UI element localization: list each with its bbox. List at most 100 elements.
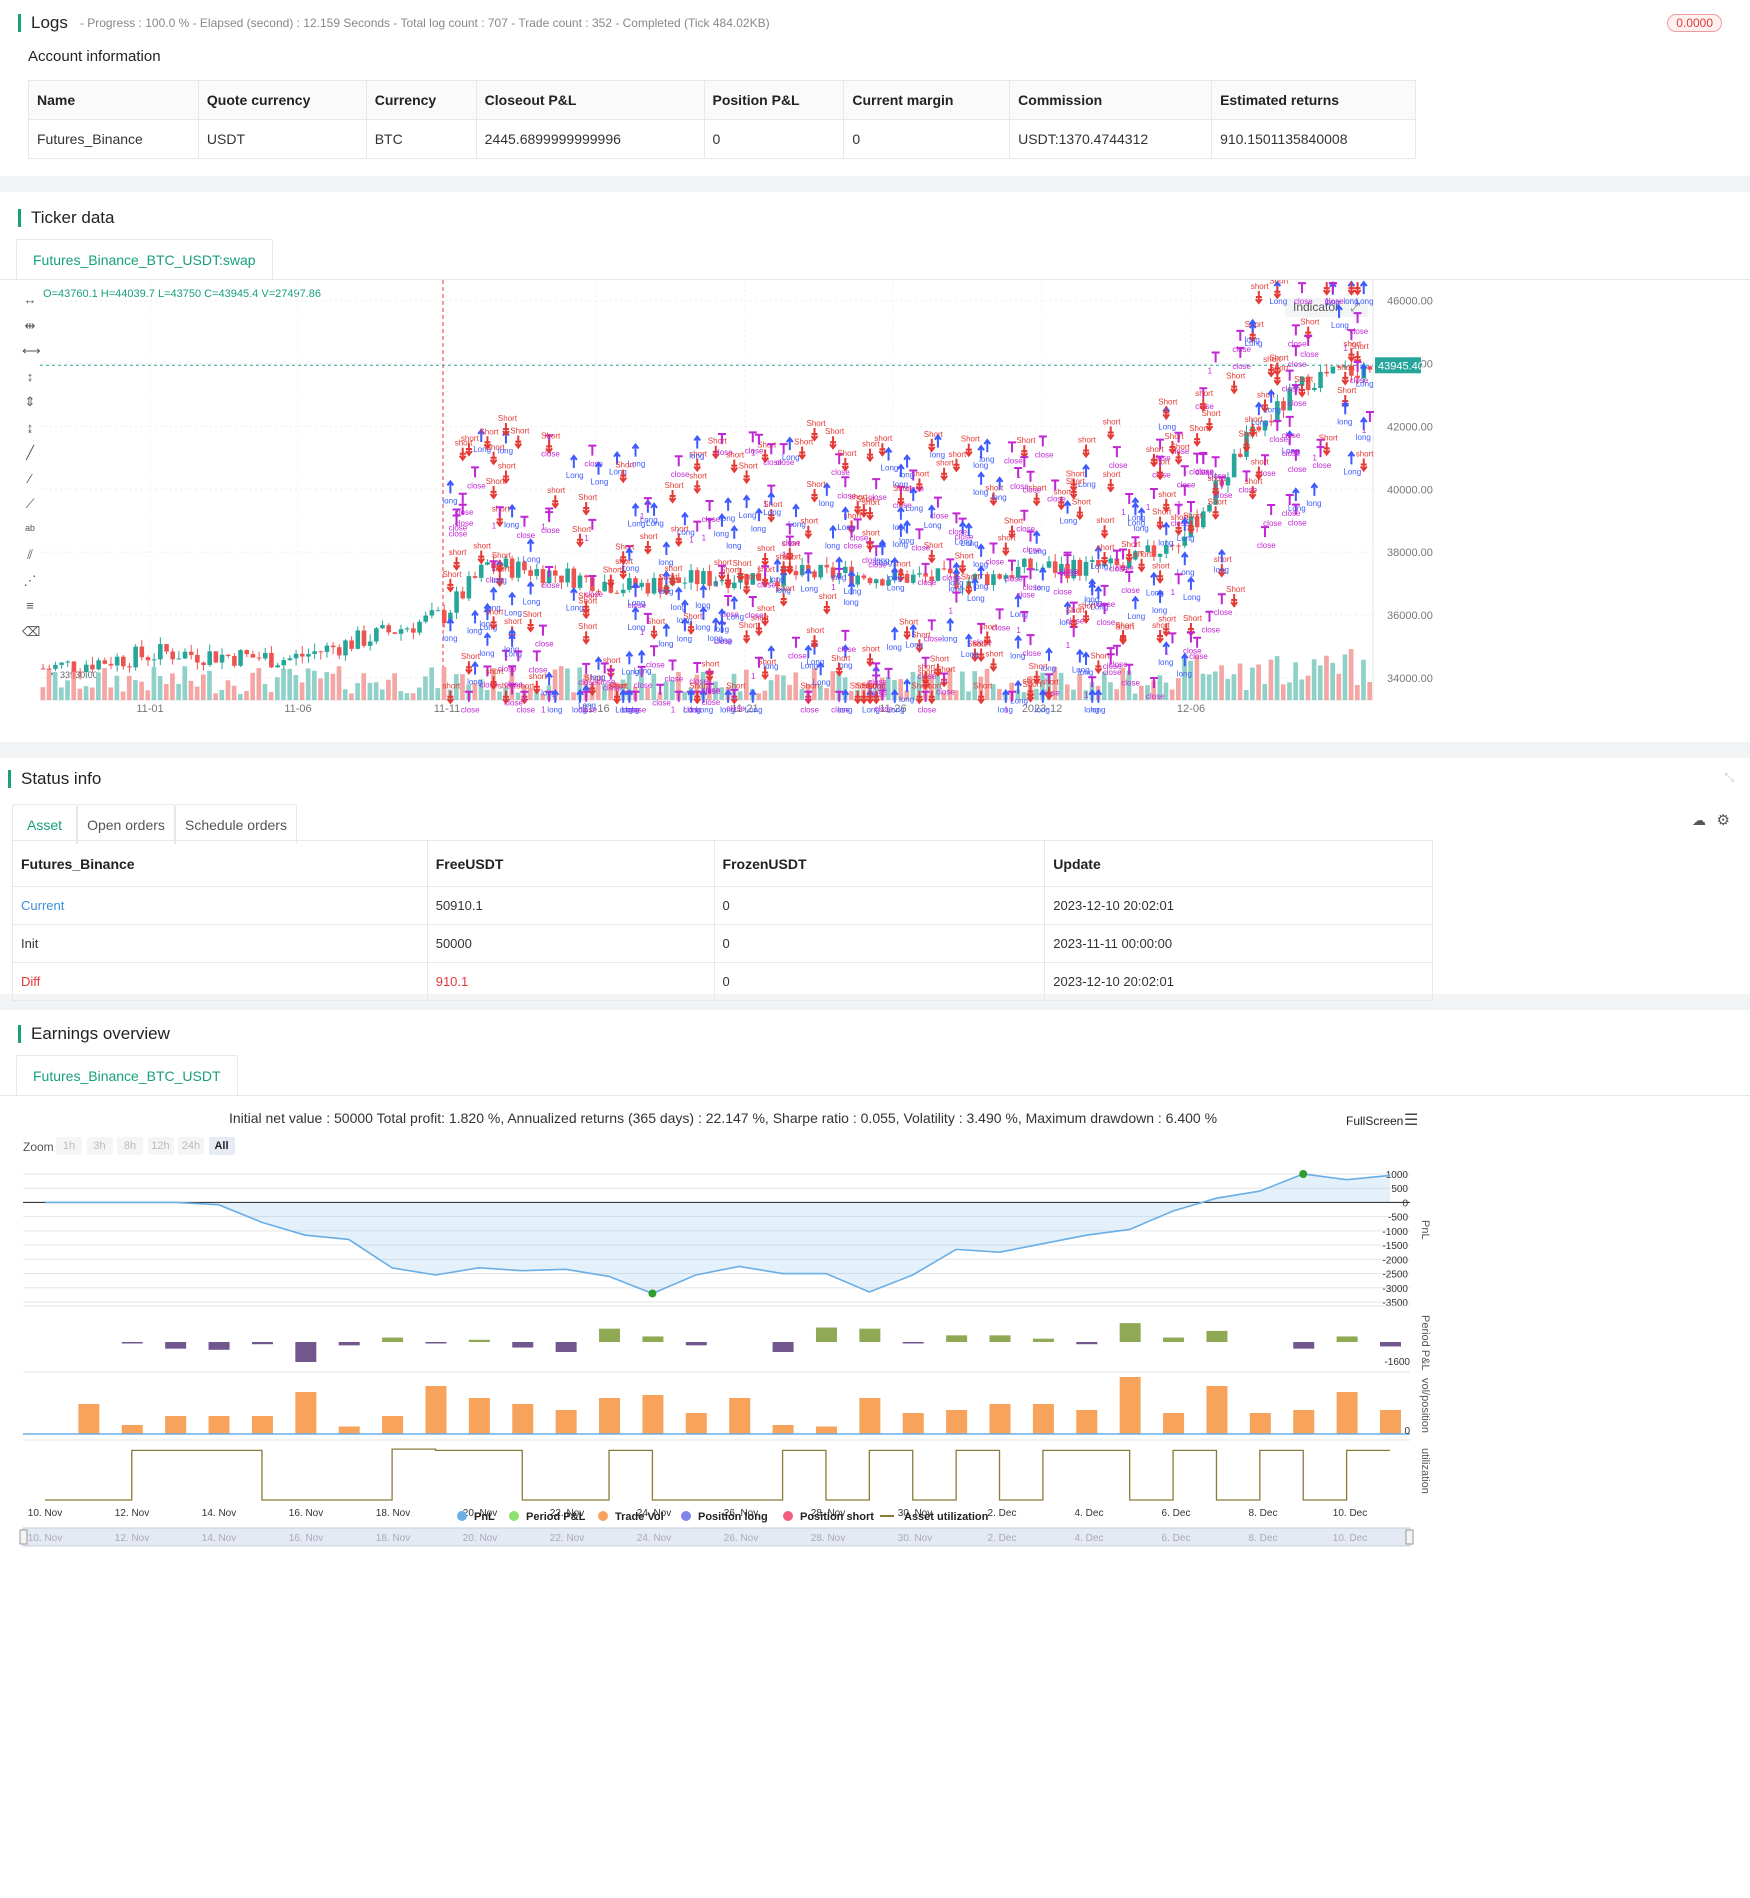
trend-line-icon[interactable]: ╱: [22, 445, 38, 461]
legend-item[interactable]: Period P&L: [509, 1511, 586, 1523]
marker-label: long: [1337, 417, 1352, 426]
marker-label: long: [1158, 658, 1173, 667]
long-arrow-icon: [631, 606, 640, 620]
marker-label: close: [911, 543, 930, 552]
short-arrow-icon: [1255, 290, 1263, 305]
levels-icon[interactable]: ≡: [22, 598, 38, 614]
marker-label: Short: [615, 542, 635, 551]
candle-body: [614, 592, 620, 594]
zoom-button-24h[interactable]: 24h: [178, 1137, 204, 1155]
marker-label: close: [726, 704, 745, 713]
zoom-button-8h[interactable]: 8h: [117, 1137, 143, 1155]
tab-schedule-orders[interactable]: Schedule orders: [175, 804, 297, 844]
ray-line-icon[interactable]: ⁄: [22, 471, 38, 487]
vertical-line-icon[interactable]: ⇕: [22, 394, 38, 410]
marker-label: Short: [486, 477, 506, 486]
gear-icon[interactable]: ⚙: [1717, 811, 1730, 829]
marker-label: short: [1097, 543, 1116, 552]
collapse-icon[interactable]: ⤡: [1724, 770, 1734, 785]
navigator-label: 12. Nov: [115, 1533, 149, 1544]
trade-marker: close: [1183, 631, 1202, 656]
zoom-button-1h[interactable]: 1h: [56, 1137, 82, 1155]
trade-marker: close: [930, 496, 949, 521]
price-label-icon[interactable]: ᵃᵇ: [22, 522, 38, 538]
marker-label: Long: [813, 678, 831, 687]
horizontal-ray-icon[interactable]: ↔: [22, 292, 38, 308]
marker-label: Long: [905, 504, 923, 513]
fib-lines-icon[interactable]: ⋰: [22, 573, 38, 589]
short-arrow-icon: [1193, 433, 1201, 447]
horizontal-line-icon[interactable]: ⇹: [22, 318, 38, 334]
zoom-button-All[interactable]: All: [208, 1137, 235, 1155]
legend-item[interactable]: Position long: [681, 1511, 768, 1523]
marker-label: close: [1035, 451, 1054, 460]
legend-item[interactable]: PnL: [457, 1511, 495, 1523]
marker-label: close: [1004, 456, 1023, 465]
close-marker-icon: [1261, 526, 1269, 538]
short-arrow-icon: [502, 422, 510, 437]
legend-item[interactable]: Asset utilization: [880, 1511, 989, 1523]
short-arrow-icon: [582, 501, 590, 516]
candlestick-chart[interactable]: 46000.0044000.0042000.0040000.0038000.00…: [40, 280, 1440, 720]
trade-vol-bar: [251, 1416, 273, 1434]
volume-bar: [1268, 659, 1274, 700]
marker-label: short: [1356, 449, 1375, 458]
zoom-button-12h[interactable]: 12h: [147, 1137, 174, 1155]
cloud-download-icon[interactable]: ☁: [1692, 812, 1706, 829]
fullscreen-button[interactable]: FullScreen: [1346, 1114, 1403, 1128]
candle-body: [238, 650, 243, 666]
marker-label: Short: [739, 572, 759, 581]
volume-bar: [120, 691, 126, 700]
trade-vol-bar: [989, 1404, 1011, 1434]
marker-label: Short: [1183, 614, 1203, 623]
menu-icon[interactable]: ☰: [1404, 1110, 1418, 1130]
candle-body: [349, 640, 354, 649]
tab-ticker-symbol[interactable]: Futures_Binance_BTC_USDT:swap: [16, 239, 273, 279]
tab-earnings-symbol[interactable]: Futures_Binance_BTC_USDT: [16, 1055, 238, 1095]
volume-bar: [1243, 690, 1249, 700]
volume-bar: [256, 667, 262, 700]
candle-body: [386, 625, 391, 633]
trash-icon[interactable]: ⌫: [22, 624, 40, 640]
legend-item[interactable]: Position short: [783, 1511, 874, 1523]
volume-bar: [1293, 662, 1298, 700]
marker-label: Short: [615, 461, 635, 470]
marker-label: Short: [1201, 409, 1221, 418]
marker-label: close: [646, 660, 665, 669]
earnings-chart[interactable]: 10005000-500-1000-1500-2000-2500-3000-35…: [0, 1160, 1446, 1898]
period-pnl-bar: [946, 1335, 968, 1342]
marker-label: close: [1214, 491, 1233, 500]
volume-bar: [59, 687, 64, 700]
long-arrow-icon: [570, 587, 578, 601]
long-arrow-icon: [804, 567, 813, 582]
long-arrow-icon: [631, 581, 640, 596]
volume-bar: [1287, 682, 1292, 700]
legend-item[interactable]: Trade Vol: [598, 1511, 664, 1523]
close-marker-icon: [458, 492, 467, 504]
volume-bar: [824, 688, 829, 700]
horizontal-segment-icon[interactable]: ⟷: [22, 343, 41, 359]
vertical-segment-icon[interactable]: ↨: [22, 420, 38, 436]
candle-body: [429, 610, 435, 616]
trade-vol-bar: [859, 1398, 881, 1434]
extended-line-icon[interactable]: ⟋: [22, 496, 38, 512]
volume-bar: [268, 692, 274, 700]
marker-label: close: [1282, 449, 1301, 458]
zoom-button-3h[interactable]: 3h: [86, 1137, 113, 1155]
vertical-ray-icon[interactable]: ↕: [22, 369, 38, 385]
trade-marker: close: [646, 645, 665, 669]
tab-asset[interactable]: Asset: [12, 804, 77, 844]
close-marker-icon: [538, 624, 547, 636]
period-pnl-bar: [1380, 1342, 1401, 1347]
parallel-channel-icon[interactable]: ⫽: [22, 547, 38, 563]
candle-body: [330, 645, 336, 648]
trade-vol-bar: [338, 1426, 360, 1434]
free-usdt-cell: 50000: [426, 924, 715, 963]
close-marker-icon: [841, 629, 850, 641]
long-arrow-icon: [594, 461, 603, 475]
x-tick-label: 11-01: [136, 703, 163, 715]
marker-label: Long: [837, 523, 855, 532]
marker-label: close: [1115, 564, 1134, 573]
tab-open-orders[interactable]: Open orders: [77, 804, 175, 844]
marker-label: Short: [1066, 606, 1086, 615]
